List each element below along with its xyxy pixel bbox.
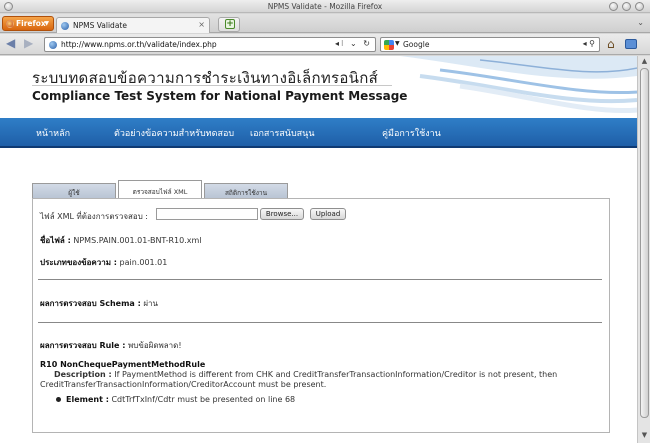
bullet-icon [56, 397, 61, 402]
rule-element-row: Element : CdtTrfTxInf/Cdtr must be prese… [66, 395, 295, 404]
minimize-icon[interactable] [609, 2, 618, 11]
url-bar-icons[interactable]: ◂⁝ ⌄ ↻ [335, 39, 372, 48]
message-type-value: pain.001.01 [119, 258, 168, 267]
google-icon[interactable] [384, 40, 394, 50]
nav-supporting-documents[interactable]: เอกสารสนับสนุน [250, 126, 314, 140]
rule-description-label: Description : [54, 370, 112, 379]
page-title-thai: ระบบทดสอบข้อความการชำระเงินทางอิเล็กทรอน… [32, 69, 379, 87]
nav-user-manual[interactable]: คู่มือการใช้งาน [382, 126, 441, 140]
schema-result-label: ผลการตรวจสอบ Schema : [40, 299, 141, 308]
new-tab-button[interactable]: + [218, 17, 240, 32]
title-divider [32, 85, 392, 86]
tab-label: NPMS Validate [73, 21, 127, 30]
filename-row: ชื่อไฟล์ : NPMS.PAIN.001.01-BNT-R10.xml [40, 234, 202, 247]
plus-icon: + [225, 19, 235, 29]
tab-bar: Firefox ▼ NPMS Validate × + ⌄ [0, 14, 650, 33]
filename-value: NPMS.PAIN.001.01-BNT-R10.xml [73, 236, 202, 245]
rule-description-text: If PaymentMethod is different from CHK a… [40, 370, 558, 389]
rule-element-text: CdtTrfTxInf/Cdtr must be presented on li… [111, 395, 296, 404]
rule-result-label: ผลการตรวจสอบ Rule : [40, 341, 126, 350]
url-text: http://www.npms.or.th/validate/index.php [61, 40, 217, 49]
chevron-down-icon: ▼ [44, 20, 49, 27]
nav-underline [0, 146, 637, 148]
tab-list-icon[interactable]: ⌄ [637, 18, 644, 27]
rule-result-row: ผลการตรวจสอบ Rule : พบข้อผิดพลาด! [40, 339, 182, 352]
divider [38, 322, 602, 323]
upload-button[interactable]: Upload [310, 208, 346, 220]
page-viewport: ระบบทดสอบข้อความการชำระเงินทางอิเล็กทรอน… [0, 56, 637, 443]
navigation-toolbar: ◀ ▶ http://www.npms.or.th/validate/index… [0, 34, 650, 55]
firefox-icon [6, 20, 14, 28]
window-title: NPMS Validate - Mozilla Firefox [267, 2, 383, 11]
schema-result-value: ผ่าน [143, 299, 158, 308]
rule-name: R10 NonChequePaymentMethodRule [40, 360, 206, 369]
rule-result-value: พบข้อผิดพลาด! [128, 341, 182, 350]
site-identity-icon [49, 41, 57, 49]
nav-test-samples[interactable]: ตัวอย่างข้อความสำหรับทดสอบ [114, 126, 234, 140]
page-title-english: Compliance Test System for National Paym… [32, 89, 408, 103]
tab-user[interactable]: ผู้ใช้ [32, 183, 116, 199]
scroll-down-icon[interactable]: ▼ [640, 431, 649, 439]
firefox-menu-button[interactable]: Firefox ▼ [2, 16, 54, 31]
window-titlebar: NPMS Validate - Mozilla Firefox [0, 0, 650, 13]
rule-description: Description : If PaymentMethod is differ… [40, 370, 600, 390]
message-type-row: ประเภทของข้อความ : pain.001.01 [40, 256, 167, 269]
vertical-scrollbar[interactable]: ▲ ▼ [637, 56, 650, 443]
file-input[interactable] [156, 208, 258, 220]
filename-label: ชื่อไฟล์ : [40, 236, 71, 245]
search-bar[interactable]: ▼ Google ◂ ⚲ [380, 37, 600, 52]
upload-label: ไฟล์ XML ที่ต้องการตรวจสอบ : [40, 212, 149, 221]
close-window-icon[interactable] [635, 2, 644, 11]
schema-result-row: ผลการตรวจสอบ Schema : ผ่าน [40, 297, 158, 310]
message-type-label: ประเภทของข้อความ : [40, 258, 117, 267]
maximize-icon[interactable] [622, 2, 631, 11]
browse-button[interactable]: Browse... [260, 208, 304, 220]
nav-home[interactable]: หน้าหลัก [36, 126, 70, 140]
url-bar[interactable]: http://www.npms.or.th/validate/index.php… [44, 37, 376, 52]
favicon-icon [61, 22, 69, 30]
content-tabs: ผู้ใช้ ตรวจสอบไฟล์ XML สถิติการใช้งาน [32, 180, 610, 199]
forward-button[interactable]: ▶ [24, 37, 33, 50]
main-navigation: หน้าหลัก ตัวอย่างข้อความสำหรับทดสอบ เอกส… [0, 118, 637, 148]
addon-icon[interactable] [625, 39, 637, 49]
search-go-icon[interactable]: ◂ ⚲ [583, 39, 595, 48]
search-engine-label: Google [403, 40, 430, 49]
tab-npms-validate[interactable]: NPMS Validate × [56, 17, 210, 33]
firefox-button-label: Firefox [16, 19, 46, 28]
close-tab-icon[interactable]: × [198, 20, 205, 29]
rule-element-label: Element : [66, 395, 109, 404]
home-icon[interactable]: ⌂ [607, 37, 621, 51]
header-decoration [400, 56, 637, 114]
search-engine-dropdown-icon[interactable]: ▼ [395, 40, 400, 47]
back-button[interactable]: ◀ [6, 37, 15, 50]
divider [38, 279, 602, 280]
scroll-up-icon[interactable]: ▲ [640, 57, 649, 65]
tab-validate-xml[interactable]: ตรวจสอบไฟล์ XML [118, 180, 202, 199]
scrollbar-thumb[interactable] [640, 68, 649, 418]
tab-statistics[interactable]: สถิติการใช้งาน [204, 183, 288, 199]
